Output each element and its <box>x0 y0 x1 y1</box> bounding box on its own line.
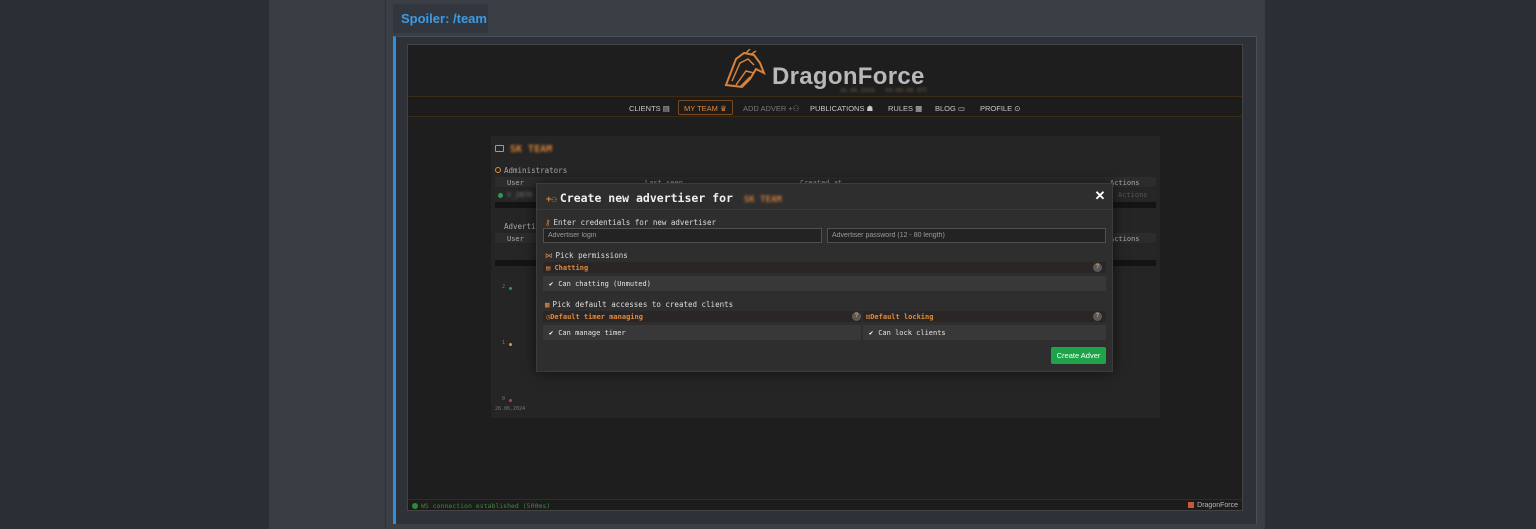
nav-clients[interactable]: CLIENTS ▤ <box>624 100 675 115</box>
administrators-label: Administrators <box>504 166 568 175</box>
footer-brand-text: DragonForce <box>1197 502 1238 509</box>
key-icon: ⚷ <box>545 218 551 227</box>
spoiler-label: Spoiler: /team <box>401 11 487 26</box>
footer-brand: DragonForce <box>1188 502 1238 509</box>
brand-name[interactable]: DragonForce <box>772 63 925 91</box>
modal-divider <box>537 209 1112 210</box>
accesses-label-text: Pick default accesses to created clients <box>552 300 734 309</box>
col-user: User <box>507 179 524 187</box>
advs-col-actions: Actions <box>1110 235 1140 243</box>
modal-title-text: Create new advertiser for <box>559 191 733 205</box>
create-advertiser-modal: +⚇ Create new advertiser for SK TEAM ✕ ⚷ E… <box>536 183 1113 372</box>
nav-add-adver[interactable]: ADD ADVER +⚇ <box>738 100 805 115</box>
chart-y-0: 0 <box>502 396 506 402</box>
permissions-icon: ⋈ <box>545 251 553 260</box>
locking-header: ⊡Default locking <box>863 311 1106 322</box>
accesses-label: ▦ Pick default accesses to created client… <box>545 300 733 309</box>
app-nav: CLIENTS ▤ MY TEAM ♛ ADD ADVER +⚇ PUBLICA… <box>408 97 1242 117</box>
check-icon: ✔ <box>549 329 554 337</box>
timer-header-text: Default timer managing <box>550 313 643 321</box>
timer-help-icon[interactable]: ? <box>852 312 861 321</box>
right-gutter <box>1265 0 1536 529</box>
permissions-label-text: Pick permissions <box>555 251 628 260</box>
advs-col-user: User <box>507 235 524 243</box>
nav-profile[interactable]: PROFILE ⊙ <box>975 100 1025 115</box>
check-icon: ✔ <box>549 280 554 288</box>
dragon-small-icon <box>1188 502 1195 508</box>
chart-point <box>509 343 512 346</box>
locking-option-text: Can lock clients <box>878 329 946 337</box>
permissions-label: ⋈ Pick permissions <box>545 251 628 260</box>
add-user-icon: +⚇ <box>546 195 557 205</box>
chatting-help-icon[interactable]: ? <box>1093 263 1102 272</box>
server-time: 26.06.2026 · 04:00:00 UTC <box>840 88 928 94</box>
check-icon: ✔ <box>869 329 874 337</box>
advertisers-label: Adverti <box>504 222 536 231</box>
dragon-logo-icon <box>724 49 766 89</box>
nav-blog[interactable]: BLOG ▭ <box>930 100 970 115</box>
locking-header-text: Default locking <box>870 313 934 321</box>
chatting-header-text: Chatting <box>554 264 589 272</box>
admin-name: V_2870 <box>507 191 533 199</box>
credentials-label-text: Enter credentials for new advertiser <box>553 218 717 227</box>
advertiser-password-input[interactable] <box>827 228 1106 243</box>
timer-option-text: Can manage timer <box>558 329 626 337</box>
admin-icon <box>495 167 501 173</box>
status-bar: WS connection established (500ms) Dragon… <box>408 499 1242 510</box>
advertiser-login-input[interactable] <box>543 228 822 243</box>
credentials-label: ⚷ Enter credentials for new advertiser <box>545 218 716 227</box>
spoiler-toggle[interactable]: Spoiler: /team <box>393 4 488 33</box>
chart-y-1: 1 <box>502 340 506 346</box>
ws-status: WS connection established (500ms) <box>412 502 550 510</box>
chatting-option-text: Can chatting (Unmuted) <box>558 280 651 288</box>
chart-date: 26.06.2024 <box>495 406 526 412</box>
ws-status-text: WS connection established (500ms) <box>421 502 551 510</box>
modal-title: +⚇ Create new advertiser for SK TEAM <box>546 191 782 205</box>
connection-dot-icon <box>412 503 418 509</box>
briefcase-icon <box>495 145 504 152</box>
timer-header: ◷Default timer managing <box>543 311 861 322</box>
close-icon[interactable]: ✕ <box>1094 189 1106 203</box>
online-dot <box>498 193 503 198</box>
admin-action: Actions <box>1118 191 1148 199</box>
nav-my-team[interactable]: MY TEAM ♛ <box>678 100 733 115</box>
chatting-option[interactable]: ✔ Can chatting (Unmuted) <box>543 276 1106 291</box>
left-gutter <box>0 0 269 529</box>
team-title: SK TEAM <box>510 144 553 155</box>
col-actions: Actions <box>1110 179 1140 187</box>
chart-point <box>509 399 512 402</box>
locking-option[interactable]: ✔ Can lock clients <box>863 325 1106 340</box>
nav-rules[interactable]: RULES ▦ <box>883 100 927 115</box>
create-adver-button[interactable]: Create Adver <box>1051 347 1106 364</box>
database-icon: ▦ <box>545 300 550 309</box>
chart-y-2: 2 <box>502 284 506 290</box>
nav-publications[interactable]: PUBLICATIONS ☗ <box>805 100 878 115</box>
locking-help-icon[interactable]: ? <box>1093 312 1102 321</box>
chatting-header: ▤ Chatting <box>543 262 1106 273</box>
timer-option[interactable]: ✔ Can manage timer <box>543 325 861 340</box>
chart-point <box>509 287 512 290</box>
app-header: DragonForce 26.06.2026 · 04:00:00 UTC <box>408 45 1242 97</box>
modal-title-target: SK TEAM <box>743 195 782 205</box>
